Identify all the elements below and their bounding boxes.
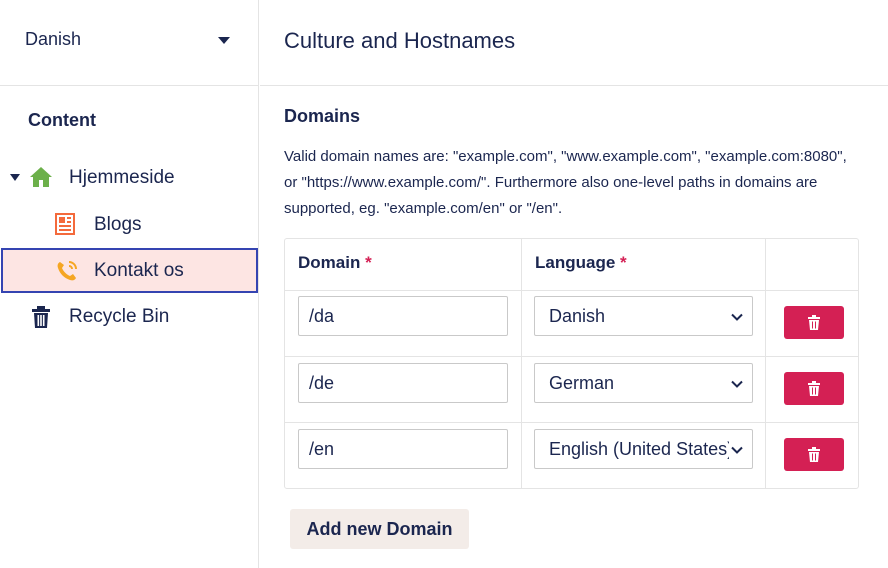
- row-divider: [285, 356, 858, 357]
- tree-item-hjemmeside[interactable]: Hjemmeside: [0, 156, 259, 200]
- required-marker: *: [620, 253, 627, 272]
- column-header-label: Domain: [298, 253, 361, 272]
- tree-item-blogs[interactable]: Blogs: [0, 203, 259, 247]
- domain-input[interactable]: [298, 363, 508, 403]
- column-header-label: Language: [535, 253, 616, 272]
- add-new-domain-button[interactable]: Add new Domain: [290, 509, 469, 549]
- page-title: Culture and Hostnames: [284, 27, 516, 53]
- column-divider: [521, 239, 522, 488]
- column-header-domain: Domain *: [298, 253, 372, 273]
- column-header-language: Language *: [535, 253, 627, 273]
- language-select-value: English (United States): [549, 438, 729, 459]
- chevron-down-icon: [731, 380, 743, 388]
- delete-domain-button[interactable]: [784, 438, 844, 471]
- row-divider: [285, 290, 858, 291]
- caret-down-icon: [218, 37, 230, 44]
- language-selector[interactable]: Danish: [0, 0, 258, 86]
- domains-heading: Domains: [284, 106, 361, 126]
- language-selector-value: Danish: [25, 29, 82, 49]
- chevron-down-icon: [731, 446, 743, 454]
- trash-icon: [808, 447, 820, 462]
- page-header: Culture and Hostnames: [260, 0, 888, 86]
- expand-toggle-icon[interactable]: [10, 174, 20, 181]
- tree-item-kontakt-os[interactable]: Kontakt os: [1, 248, 258, 293]
- tree-item-label: Hjemmeside: [69, 167, 175, 188]
- tree-item-label: Blogs: [94, 214, 142, 235]
- trash-icon: [808, 381, 820, 396]
- tree-item-label: Kontakt os: [94, 260, 184, 281]
- domain-input[interactable]: [298, 429, 508, 469]
- required-marker: *: [365, 253, 372, 272]
- language-select[interactable]: Danish: [534, 296, 753, 336]
- newspaper-icon: [55, 213, 75, 235]
- chevron-down-icon: [731, 313, 743, 321]
- language-select-value: Danish: [549, 305, 606, 326]
- delete-domain-button[interactable]: [784, 306, 844, 339]
- language-select[interactable]: English (United States): [534, 429, 753, 469]
- row-divider: [285, 422, 858, 423]
- domain-input[interactable]: [298, 296, 508, 336]
- sidebar: Danish Content Hjemmeside Blogs Kontakt …: [0, 0, 259, 568]
- tree-item-label: Recycle Bin: [69, 306, 170, 327]
- tree-item-recycle-bin[interactable]: Recycle Bin: [0, 295, 259, 339]
- column-divider: [765, 239, 766, 488]
- section-title-content: Content: [28, 110, 96, 130]
- language-select-value: German: [549, 372, 615, 393]
- domains-description: Valid domain names are: "example.com", "…: [284, 148, 847, 217]
- phone-icon: [55, 259, 79, 283]
- delete-domain-button[interactable]: [784, 372, 844, 405]
- domains-table: Domain * Language * Danish: [284, 238, 859, 489]
- main-panel: Culture and Hostnames Domains Valid doma…: [260, 0, 888, 568]
- trash-icon: [31, 305, 51, 329]
- app-window: Danish Content Hjemmeside Blogs Kontakt …: [0, 0, 888, 568]
- language-select[interactable]: German: [534, 363, 753, 403]
- home-icon: [29, 165, 53, 189]
- trash-icon: [808, 315, 820, 330]
